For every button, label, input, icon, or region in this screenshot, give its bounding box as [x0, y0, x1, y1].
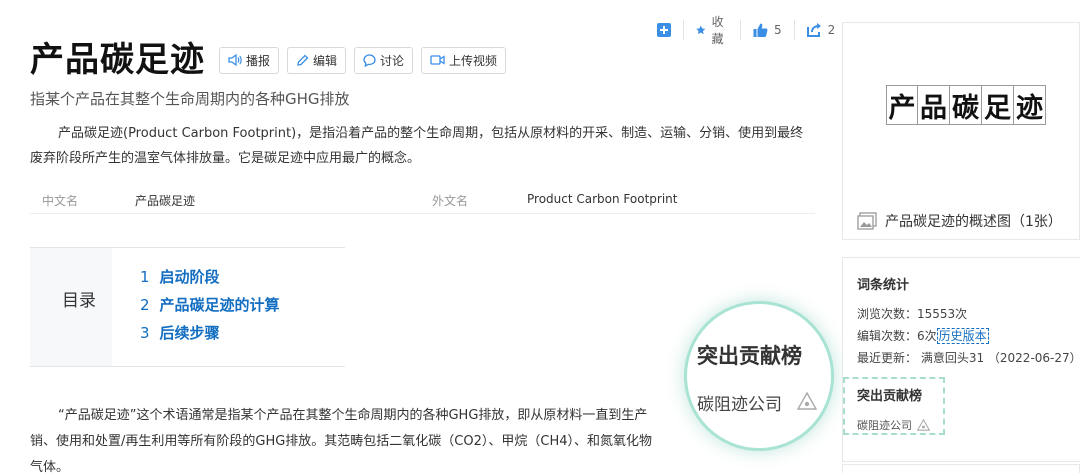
lemma-summary: 产品碳足迹(Product Carbon Footprint)，是指沿着产品的整…: [30, 126, 804, 166]
toc-item-label: 后续步骤: [159, 324, 220, 342]
edit-count-text: 编辑次数：6次: [857, 329, 937, 343]
share-button[interactable]: 2: [795, 20, 836, 40]
table-of-contents: 目录 1 启动阶段 2 产品碳足迹的计算 3 后续步骤: [30, 247, 345, 367]
pencil-icon: [297, 54, 309, 66]
thumbs-up-icon: [753, 23, 768, 37]
cn-name-label: 中文名: [42, 194, 79, 208]
star-icon: [696, 25, 706, 35]
edit-count: 编辑次数：6次 历史版本: [857, 327, 989, 344]
toc-item-1[interactable]: 1 启动阶段: [140, 266, 280, 294]
album-cover-char: 足: [982, 85, 1014, 125]
body-paragraph: “产品碳足迹”这个术语通常是指某个产品在其整个生命周期内的各种GHG排放，即从原…: [30, 403, 720, 473]
edit-button[interactable]: 编辑: [287, 46, 347, 74]
album-caption-text: 产品碳足迹的概述图（1张）: [885, 214, 1062, 230]
discuss-label: 讨论: [380, 53, 405, 68]
body-line-text: “产品碳足迹”这个术语通常是指某个产品在其整个生命周期内的各种GHG排放，即从原…: [58, 408, 648, 423]
foreign-name-label: 外文名: [432, 194, 469, 208]
last-update: 最近更新： 满意回头31 （2022-06-27）: [857, 351, 1080, 365]
body-line: 销、使用和处置/再生利用等所有阶段的GHG排放。其范畴包括二氧化碳（CO2）、甲…: [30, 434, 653, 449]
contrib-company[interactable]: 碳阻迹公司: [857, 417, 930, 433]
body-line: “产品碳足迹”这个术语通常是指某个产品在其整个生命周期内的各种GHG排放，即从原…: [30, 403, 720, 429]
foreign-name-value: Product Carbon Footprint: [527, 192, 678, 206]
album-cover-char: 迹: [1014, 85, 1046, 125]
basic-info-table: 中文名 产品碳足迹 外文名 Product Carbon Footprint: [30, 186, 815, 214]
album-cover-char: 品: [918, 85, 950, 125]
upload-video-label: 上传视频: [449, 53, 498, 68]
collect-label: 收藏: [711, 15, 724, 46]
article-main: 收藏 5 2 产品碳足迹 播报 编辑 讨论 上传视频 指某个产品在其整个生命周期…: [0, 0, 835, 473]
magnifier-callout: 突出贡献榜 碳阻迹公司: [684, 301, 834, 451]
magnifier-title: 突出贡献榜: [697, 344, 802, 368]
like-button[interactable]: 5: [741, 20, 795, 40]
page-title: 产品碳足迹: [30, 40, 205, 80]
album-card[interactable]: 产 品 碳 足 迹 产品碳足迹的概述图（1张）: [842, 22, 1080, 240]
magnifier-company: 碳阻迹公司: [697, 395, 782, 415]
cn-name-value: 产品碳足迹: [135, 194, 196, 208]
chat-bubble-icon: [363, 53, 376, 67]
speaker-icon: [228, 54, 242, 66]
toc-label-box: 目录: [30, 248, 112, 366]
contrib-company-name: 碳阻迹公司: [857, 419, 912, 432]
toc-item-label: 产品碳足迹的计算: [159, 296, 280, 314]
enterprise-badge-icon: [917, 419, 930, 431]
plus-square-icon: [657, 23, 671, 37]
upload-video-button[interactable]: 上传视频: [421, 46, 507, 74]
title-row: 产品碳足迹 播报 编辑 讨论 上传视频: [30, 38, 514, 82]
add-button[interactable]: [655, 20, 684, 40]
album-cover-char: 碳: [950, 85, 982, 125]
share-count: 2: [827, 23, 836, 37]
toc-item-number: 2: [140, 296, 150, 314]
collect-button[interactable]: 收藏: [684, 15, 742, 46]
album-cover-image: 产 品 碳 足 迹: [886, 85, 1046, 125]
lemma-statistics-card: 词条统计 浏览次数：15553次 编辑次数：6次 历史版本 最近更新： 满意回头3…: [842, 257, 1080, 462]
album-caption[interactable]: 产品碳足迹的概述图（1张）: [857, 211, 1062, 231]
enterprise-badge-icon: [797, 392, 817, 410]
page-subtitle: 指某个产品在其整个生命周期内的各种GHG排放: [30, 90, 350, 108]
edit-label: 编辑: [313, 53, 338, 68]
discuss-button[interactable]: 讨论: [354, 46, 414, 74]
image-gallery-icon: [857, 212, 877, 230]
history-version-link[interactable]: 历史版本: [936, 328, 989, 344]
contrib-title: 突出贡献榜: [857, 389, 923, 404]
share-icon: [806, 23, 821, 37]
toc-list: 1 启动阶段 2 产品碳足迹的计算 3 后续步骤: [140, 266, 280, 350]
broadcast-button[interactable]: 播报: [219, 46, 280, 74]
next-sidebar-card: [842, 464, 1080, 473]
video-camera-icon: [430, 55, 445, 65]
album-cover-char: 产: [886, 85, 918, 125]
toc-item-number: 1: [140, 268, 150, 286]
toc-item-number: 3: [140, 324, 150, 342]
action-bar: 收藏 5 2: [655, 15, 836, 46]
like-count: 5: [774, 23, 782, 37]
stats-title: 词条统计: [857, 278, 910, 293]
broadcast-label: 播报: [246, 53, 271, 68]
toc-item-label: 启动阶段: [159, 268, 220, 286]
toc-label: 目录: [62, 291, 96, 311]
view-count: 浏览次数：15553次: [857, 307, 968, 321]
body-line: 气体。: [30, 460, 70, 473]
toc-item-3[interactable]: 3 后续步骤: [140, 322, 280, 350]
toc-item-2[interactable]: 2 产品碳足迹的计算: [140, 294, 280, 322]
